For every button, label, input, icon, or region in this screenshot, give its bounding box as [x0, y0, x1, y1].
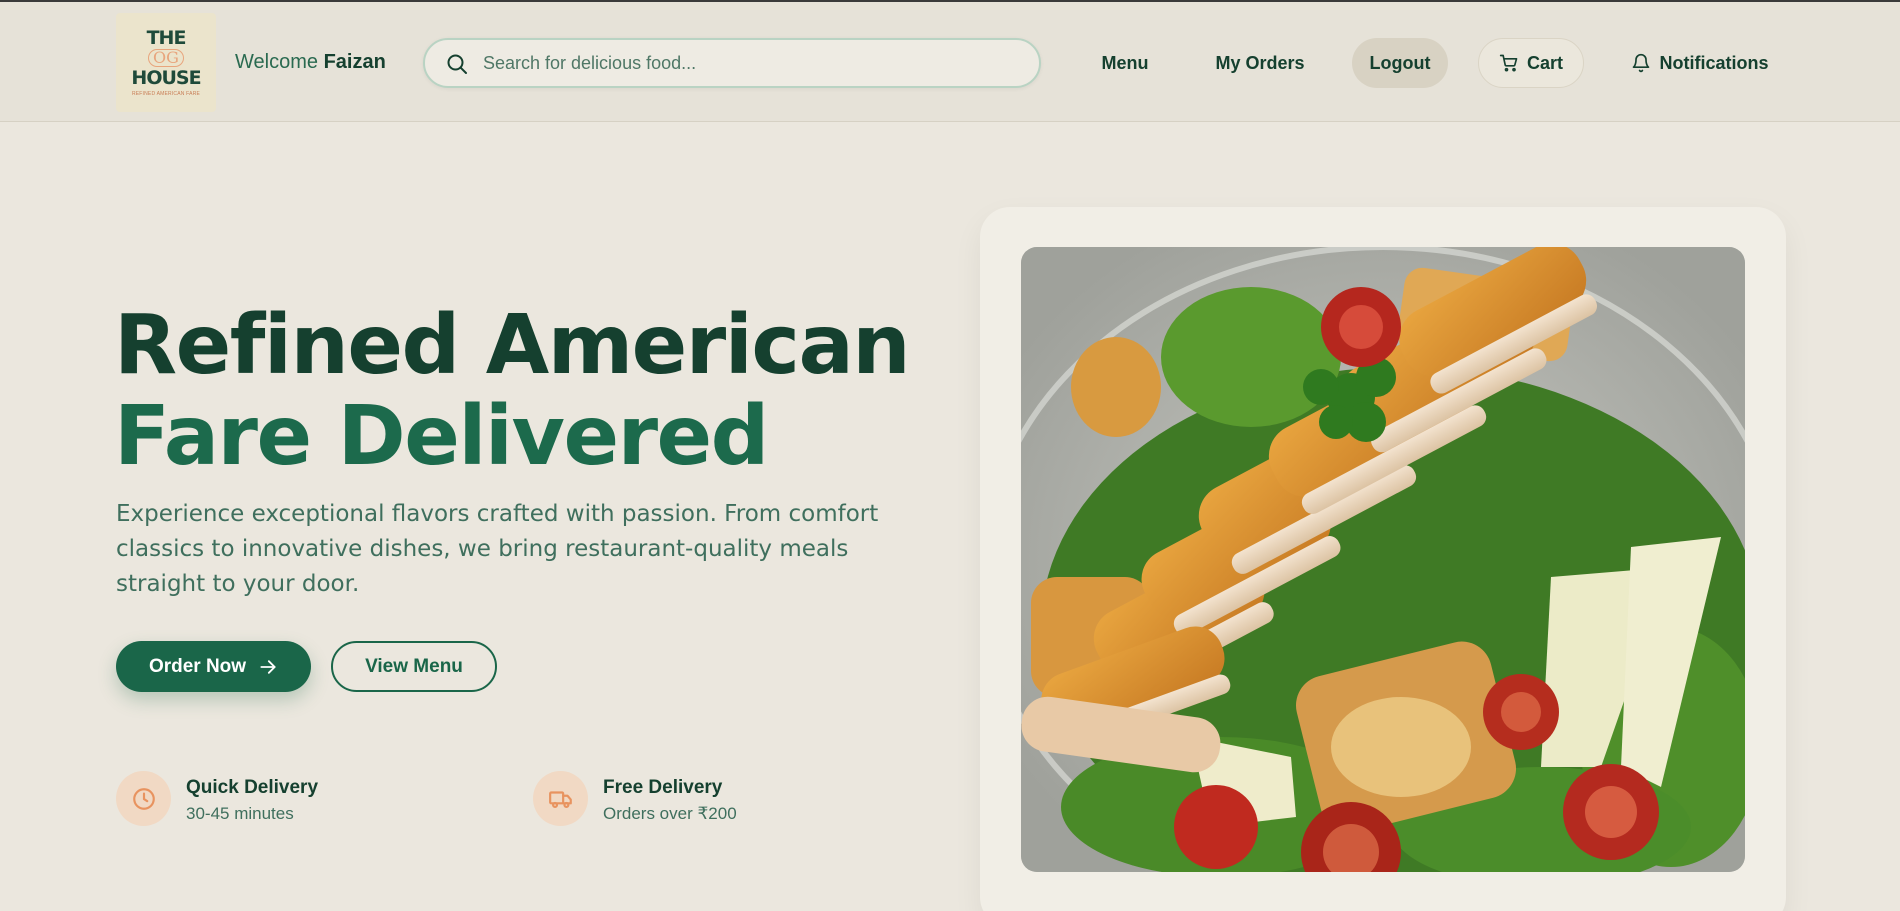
notifications-label: Notifications	[1659, 52, 1769, 73]
hero-image-card	[980, 207, 1786, 911]
nav-my-orders-label: My Orders	[1215, 52, 1305, 73]
view-menu-label: View Menu	[365, 655, 463, 677]
truck-icon	[548, 790, 572, 808]
salad-illustration	[1021, 247, 1745, 872]
order-now-label: Order Now	[148, 655, 247, 677]
chicken-salad-photo	[1021, 247, 1745, 872]
brand-logo[interactable]: THE OG HOUSE REFINED AMERICAN FARE	[116, 13, 216, 112]
hero-title-line-2: Fare Delivered	[114, 389, 769, 484]
order-now-button[interactable]: Order Now	[116, 641, 311, 692]
site-header: THE OG HOUSE REFINED AMERICAN FARE Welco…	[0, 2, 1900, 122]
logout-label: Logout	[1369, 52, 1431, 73]
feature-title: Free Delivery	[603, 777, 723, 798]
feature-free-delivery: Free Delivery Orders over ₹200	[533, 771, 833, 829]
feature-icon-badge	[533, 771, 588, 826]
nav-menu-label: Menu	[1101, 52, 1149, 73]
feature-quick-delivery: Quick Delivery 30-45 minutes	[116, 771, 416, 829]
feature-subtitle: Orders over ₹200	[603, 804, 737, 823]
nav-my-orders-link[interactable]: My Orders	[1200, 38, 1320, 88]
welcome-message: Welcome Faizan	[235, 51, 386, 74]
notifications-button[interactable]: Notifications	[1620, 38, 1780, 88]
view-menu-button[interactable]: View Menu	[331, 641, 497, 692]
feature-subtitle: 30-45 minutes	[186, 804, 294, 823]
logo-tagline: REFINED AMERICAN FARE	[131, 91, 201, 97]
cart-button[interactable]: Cart	[1478, 38, 1584, 88]
logout-button[interactable]: Logout	[1352, 38, 1448, 88]
user-name: Faizan	[323, 51, 386, 73]
logo-line-3: HOUSE	[131, 67, 201, 89]
nav-menu-link[interactable]: Menu	[1085, 38, 1165, 88]
welcome-prefix: Welcome	[235, 51, 318, 73]
search-input[interactable]	[483, 50, 1023, 76]
logo-line-1: THE	[146, 27, 187, 49]
feature-icon-badge	[116, 771, 171, 826]
bell-icon	[1633, 53, 1650, 73]
search-icon	[447, 54, 467, 74]
hero-title-line-1: Refined American	[114, 298, 911, 393]
hero-description: Experience exceptional flavors crafted w…	[116, 501, 879, 597]
cart-label: Cart	[1526, 52, 1563, 73]
arrow-right-icon	[260, 659, 276, 674]
hero-title: Refined American Fare Delivered	[114, 298, 911, 484]
cart-icon	[1499, 54, 1518, 72]
clock-icon	[132, 787, 155, 810]
search-bar[interactable]	[423, 38, 1041, 88]
feature-title: Quick Delivery	[186, 777, 319, 798]
logo-line-2: OG	[148, 49, 184, 67]
